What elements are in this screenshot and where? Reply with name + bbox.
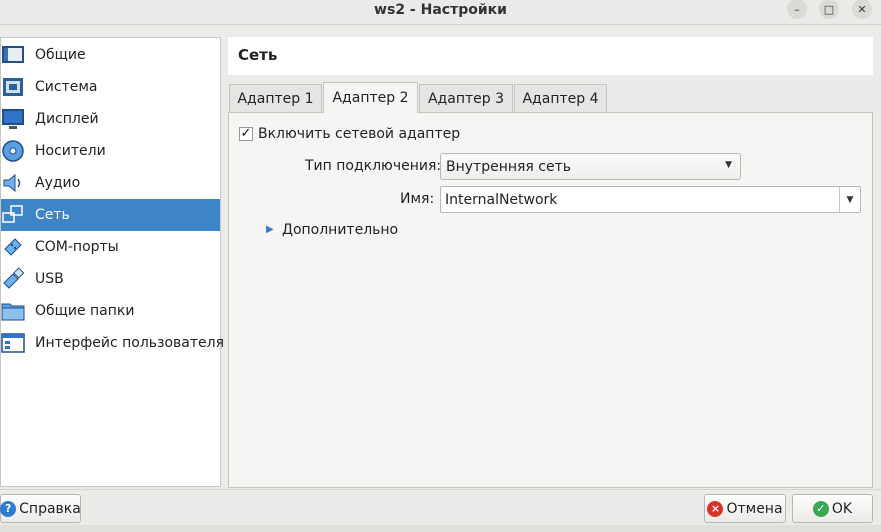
ok-icon: ✓ <box>812 500 829 517</box>
sidebar-item-shared-folders[interactable]: Общие папки <box>1 295 220 327</box>
chevron-down-icon: ▼ <box>725 160 732 170</box>
close-button[interactable]: ✕ <box>852 0 872 19</box>
sidebar-item-storage[interactable]: Носители <box>1 135 220 167</box>
display-icon <box>1 107 27 131</box>
tab-adapter-4[interactable]: Адаптер 4 <box>514 84 607 112</box>
sidebar-item-label: Общие <box>35 47 86 63</box>
minimize-button[interactable]: – <box>787 0 807 19</box>
sidebar-item-audio[interactable]: Аудио <box>1 167 220 199</box>
sidebar-item-label: Система <box>35 79 98 95</box>
maximize-icon: □ <box>823 2 835 16</box>
tab-label: Адаптер 1 <box>237 90 314 107</box>
sidebar-item-label: Носители <box>35 143 106 159</box>
expand-arrow-icon[interactable]: ▶ <box>266 224 274 235</box>
network-name-combobox[interactable]: InternalNetwork ▼ <box>440 186 861 213</box>
sidebar-item-label: Аудио <box>35 175 81 191</box>
enable-adapter-checkbox[interactable]: ✓ <box>239 127 253 141</box>
title-bar: ws2 - Настройки – □ ✕ <box>0 0 881 25</box>
attached-to-value: Внутренняя сеть <box>446 159 572 175</box>
tab-label: Адаптер 2 <box>332 90 409 106</box>
usb-icon <box>1 267 27 291</box>
window-title: ws2 - Настройки <box>374 2 507 18</box>
tab-label: Адаптер 3 <box>427 90 504 107</box>
maximize-button[interactable]: □ <box>819 0 839 19</box>
page-title: Сеть <box>238 46 278 64</box>
network-icon <box>1 203 27 227</box>
tab-adapter-3[interactable]: Адаптер 3 <box>419 84 513 112</box>
ok-button-label: OK <box>831 500 853 517</box>
network-name-value: InternalNetwork <box>445 192 558 208</box>
page-header: Сеть <box>228 37 873 75</box>
sidebar-item-user-interface[interactable]: Интерфейс пользователя <box>1 327 224 359</box>
ok-button[interactable]: ✓ OK <box>792 494 873 523</box>
help-button-label: Справка <box>19 500 81 517</box>
tab-adapter-2[interactable]: Адаптер 2 <box>323 82 418 113</box>
window-bottom-edge <box>0 525 881 532</box>
sidebar-item-label: Дисплей <box>35 111 99 127</box>
cancel-button-label: Отмена <box>726 500 783 517</box>
sidebar-item-label: Сеть <box>35 207 70 223</box>
sidebar-item-display[interactable]: Дисплей <box>1 103 220 135</box>
sidebar-item-system[interactable]: Система <box>1 71 220 103</box>
sidebar-item-general[interactable]: Общие <box>1 39 220 71</box>
shared-folders-icon <box>1 299 27 323</box>
cancel-icon: × <box>707 500 724 517</box>
tab-label: Адаптер 4 <box>522 90 599 107</box>
close-icon: ✕ <box>857 2 867 16</box>
sidebar-item-label: Интерфейс пользователя <box>35 335 225 351</box>
audio-icon <box>1 171 27 195</box>
help-button[interactable]: ? Справка <box>0 494 81 523</box>
system-icon <box>1 75 27 99</box>
divider <box>0 489 881 490</box>
user-interface-icon <box>1 331 27 355</box>
settings-sidebar: Общие Система Дисплей Носители Аудио Сет… <box>0 37 224 487</box>
sidebar-item-label: COM-порты <box>35 239 119 255</box>
advanced-expander[interactable]: Дополнительно <box>282 222 398 238</box>
cancel-button[interactable]: × Отмена <box>704 494 786 523</box>
sidebar-item-usb[interactable]: USB <box>1 263 220 295</box>
sidebar-item-serial-ports[interactable]: COM-порты <box>1 231 220 263</box>
attached-to-select[interactable]: Внутренняя сеть ▼ <box>440 153 741 180</box>
sidebar-item-network[interactable]: Сеть <box>1 199 220 231</box>
network-name-label: Имя: <box>400 191 435 207</box>
minimize-icon: – <box>794 2 800 16</box>
network-name-dropdown-button[interactable]: ▼ <box>839 187 860 212</box>
serial-ports-icon <box>1 235 27 259</box>
general-icon <box>1 43 27 67</box>
sidebar-item-label: USB <box>35 271 64 287</box>
check-icon: ✓ <box>240 126 252 141</box>
sidebar-item-label: Общие папки <box>35 303 135 319</box>
chevron-down-icon: ▼ <box>846 194 854 205</box>
attached-to-label: Тип подключения: <box>305 158 442 174</box>
enable-adapter-label: Включить сетевой адаптер <box>258 126 461 142</box>
storage-icon <box>1 139 27 163</box>
tab-adapter-1[interactable]: Адаптер 1 <box>229 84 322 112</box>
help-icon: ? <box>0 500 17 517</box>
